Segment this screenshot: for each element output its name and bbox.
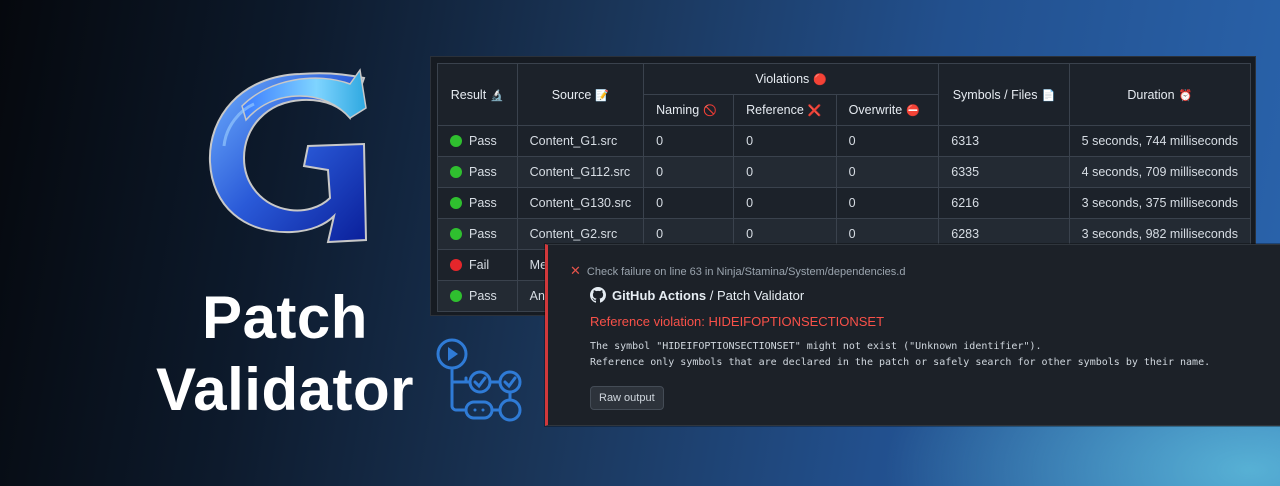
reference-value: 0: [746, 196, 754, 210]
source-value: Content_G2.src: [529, 227, 618, 241]
message-line-1: The symbol "HIDEIFOPTIONSECTIONSET" migh…: [590, 341, 1042, 352]
symbols-value: 6335: [951, 165, 980, 179]
overwrite-value: 0: [848, 134, 856, 148]
no-entry-icon: ⛔: [906, 105, 920, 117]
cell-result: Pass: [437, 280, 518, 312]
red-circle-icon: 🔴: [813, 74, 828, 86]
symbols-value: 6313: [951, 134, 980, 148]
table-row: Pass Content_G112.src 0 0 0 6335 4 seconds, 70…: [437, 156, 1252, 188]
reference-value: 0: [746, 165, 754, 179]
cell-source: Content_G112.src: [516, 156, 645, 188]
gothic-g-logo-icon: [208, 68, 368, 244]
source-value: An: [529, 289, 545, 303]
reference-value: 0: [746, 134, 754, 148]
memo-icon: 📝: [595, 89, 610, 102]
source-value: Content_G130.src: [529, 196, 632, 210]
naming-value: 0: [656, 134, 664, 148]
cell-source: Content_G1.src: [516, 125, 645, 157]
cell-overwrite: 0: [835, 125, 940, 157]
cell-duration: 5 seconds, 744 milliseconds: [1068, 125, 1252, 157]
cell-reference: 0: [733, 156, 837, 188]
message-line-2: Reference only symbols that are declared…: [590, 357, 1211, 368]
cell-reference: 0: [733, 125, 837, 157]
cell-reference: 0: [733, 187, 837, 219]
close-x-icon: ✕: [570, 263, 581, 278]
cell-result: Pass: [437, 218, 518, 250]
naming-value: 0: [656, 165, 664, 179]
duration-value: 3 seconds, 375 milliseconds: [1081, 196, 1238, 210]
annotation-app: GitHub Actions / Patch Validator: [590, 287, 804, 303]
header-symbols: Symbols / Files 📄: [938, 63, 1070, 126]
reference-value: 0: [746, 227, 754, 241]
table-row: Pass Content_G130.src 0 0 0 6216 3 seconds, 37…: [437, 187, 1252, 219]
cell-duration: 3 seconds, 375 milliseconds: [1068, 187, 1252, 219]
app-separator: /: [706, 288, 717, 303]
raw-output-button[interactable]: Raw output: [590, 386, 664, 410]
cell-overwrite: 0: [835, 187, 940, 219]
result-value: Pass: [469, 196, 497, 210]
cell-naming: 0: [643, 125, 735, 157]
page-icon: 📄: [1041, 89, 1056, 102]
header-duration: Duration ⏰: [1068, 63, 1252, 126]
pass-status-icon: [450, 135, 462, 147]
header-overwrite: Overwrite ⛔: [835, 94, 940, 126]
cell-result: Pass: [437, 156, 518, 188]
cell-symbols: 6313: [938, 125, 1070, 157]
table-row: Pass Content_G1.src 0 0 0 6313 5 seconds, 744 …: [437, 125, 1252, 157]
result-value: Pass: [469, 289, 497, 303]
header-reference: Reference ❌: [733, 94, 837, 126]
page-title: Patch Validator: [140, 282, 430, 426]
microscope-icon: 🔬: [490, 89, 504, 102]
prohibited-icon: 🚫: [703, 105, 717, 117]
naming-value: 0: [656, 196, 664, 210]
cell-overwrite: 0: [835, 156, 940, 188]
result-value: Pass: [469, 227, 497, 241]
cell-naming: 0: [643, 187, 735, 219]
cell-duration: 4 seconds, 709 milliseconds: [1068, 156, 1252, 188]
pass-status-icon: [450, 228, 462, 240]
cell-symbols: 6335: [938, 156, 1070, 188]
cell-result: Pass: [437, 187, 518, 219]
cell-symbols: 6216: [938, 187, 1070, 219]
result-value: Pass: [469, 165, 497, 179]
overwrite-value: 0: [848, 227, 856, 241]
annotation-location[interactable]: Check failure on line 63 in Ninja/Stamin…: [587, 266, 906, 278]
duration-value: 5 seconds, 744 milliseconds: [1081, 134, 1238, 148]
duration-value: 3 seconds, 982 milliseconds: [1081, 227, 1238, 241]
header-source: Source 📝: [516, 63, 645, 126]
naming-value: 0: [656, 227, 664, 241]
github-actions-workflow-icon: [436, 338, 522, 422]
header-result: Result 🔬: [437, 63, 518, 126]
pass-status-icon: [450, 197, 462, 209]
duration-value: 4 seconds, 709 milliseconds: [1081, 165, 1238, 179]
cross-mark-icon: ❌: [807, 105, 822, 117]
source-value: Content_G112.src: [529, 165, 631, 179]
header-violations: Violations 🔴: [643, 63, 940, 95]
fail-status-icon: [450, 259, 462, 271]
title-line-2: Validator: [156, 356, 414, 423]
check-annotation: ✕ Check failure on line 63 in Ninja/Stami…: [545, 244, 1280, 426]
title-line-1: Patch: [202, 284, 368, 351]
annotation-header: ✕ Check failure on line 63 in Ninja/Stami…: [570, 263, 905, 279]
cell-result: Pass: [437, 125, 518, 157]
annotation-title: Reference violation: HIDEIFOPTIONSECTION…: [590, 314, 885, 329]
overwrite-value: 0: [848, 165, 856, 179]
alarm-clock-icon: ⏰: [1178, 89, 1193, 102]
cell-result: Fail: [437, 249, 518, 281]
workflow-name: Patch Validator: [716, 288, 805, 303]
cell-naming: 0: [643, 156, 735, 188]
symbols-value: 6216: [951, 196, 980, 210]
annotation-message: The symbol "HIDEIFOPTIONSECTIONSET" migh…: [590, 339, 1210, 371]
symbols-value: 6283: [951, 227, 980, 241]
pass-status-icon: [450, 290, 462, 302]
github-mark-icon: [590, 287, 606, 303]
pass-status-icon: [450, 166, 462, 178]
result-value: Pass: [469, 134, 497, 148]
header-naming: Naming 🚫: [643, 94, 735, 126]
cell-source: Content_G130.src: [516, 187, 645, 219]
source-value: Content_G1.src: [529, 134, 618, 148]
result-value: Fail: [469, 258, 490, 272]
overwrite-value: 0: [848, 196, 856, 210]
app-name: GitHub Actions: [612, 288, 707, 303]
